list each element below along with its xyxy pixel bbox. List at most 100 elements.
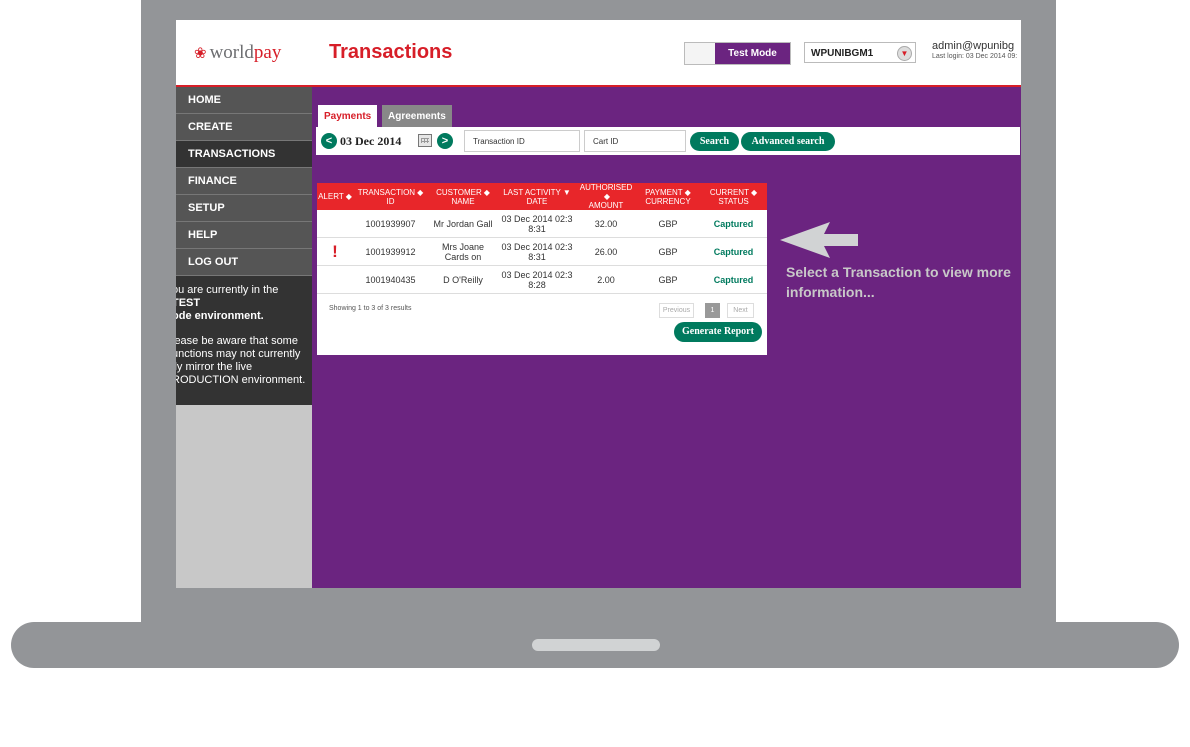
amount-cell: 26.00 xyxy=(576,237,636,267)
sort-arrows-icon: ◆ xyxy=(684,187,691,197)
alert-cell xyxy=(317,210,353,239)
transaction-id-cell: 1001939907 xyxy=(353,210,428,239)
table-row[interactable]: ! 1001939912 Mrs Joane Cards on 03 Dec 2… xyxy=(317,237,767,267)
main-content: Payments Agreements < 03 Dec 2014 > Tran… xyxy=(312,87,1021,588)
next-date-button[interactable]: > xyxy=(437,133,453,149)
sort-arrows-icon: ◆ xyxy=(345,192,352,202)
column-label: PAYMENT xyxy=(645,187,683,197)
column-customer-name[interactable]: CUSTOMER ◆ NAME xyxy=(428,183,498,211)
notice-line-1: lease be aware that some xyxy=(176,335,298,347)
notice-text: ou are currently in the xyxy=(176,284,279,296)
table-header-row: ALERT ◆ TRANSACTION ◆ ID CUSTOMER ◆ NAME LAST… xyxy=(317,183,767,211)
notice-paragraph-1: ou are currently in the TESTode environm… xyxy=(176,284,308,323)
column-label-2: STATUS xyxy=(718,196,749,206)
results-summary: Showing 1 to 3 of 3 results xyxy=(329,305,412,312)
notice-strong-test: TEST xyxy=(176,297,201,309)
column-transaction-id[interactable]: TRANSACTION ◆ ID xyxy=(353,183,428,211)
column-last-activity-date[interactable]: LAST ACTIVITY ▼ DATE xyxy=(498,183,576,211)
currency-cell: GBP xyxy=(636,210,700,239)
sort-arrows-icon: ◆ xyxy=(417,187,424,197)
column-label: ALERT xyxy=(318,192,344,201)
sidebar-item-create[interactable]: CREATE xyxy=(176,114,312,141)
notice-strong-env: ode environment. xyxy=(176,310,264,322)
column-authorised-amount[interactable]: AUTHORISED◆ AMOUNT xyxy=(576,183,636,211)
column-label-2: NAME xyxy=(451,196,475,206)
pager-next[interactable]: Next xyxy=(727,303,754,318)
column-label: CURRENT xyxy=(709,187,749,197)
last-activity-cell: 03 Dec 2014 02:3 8:28 xyxy=(498,265,576,295)
generate-report-button[interactable]: Generate Report xyxy=(674,322,762,342)
column-current-status[interactable]: CURRENT ◆ STATUS xyxy=(700,183,767,211)
sidebar-item-transactions[interactable]: TRANSACTIONS xyxy=(176,141,312,168)
sort-arrows-icon: ◆ xyxy=(750,187,758,197)
notice-line-4: RODUCTION environment. xyxy=(176,374,306,386)
sort-arrows-icon: ◆ xyxy=(483,187,490,197)
tab-agreements[interactable]: Agreements xyxy=(382,105,452,127)
column-payment-currency[interactable]: PAYMENT ◆ CURRENCY xyxy=(636,183,700,211)
pointing-arrow-icon xyxy=(780,222,858,258)
chevron-down-icon: ▼ xyxy=(897,46,912,61)
calendar-icon[interactable] xyxy=(418,134,432,147)
page-title: Transactions xyxy=(329,41,453,63)
worldpay-logo[interactable]: ❀ worldpay xyxy=(194,42,281,64)
search-button[interactable]: Search xyxy=(690,132,739,151)
tab-payments[interactable]: Payments xyxy=(318,105,378,127)
transaction-id-cell: 1001940435 xyxy=(353,265,428,295)
customer-name-cell: Mr Jordan Gall xyxy=(428,210,498,239)
sidebar-item-help[interactable]: HELP xyxy=(176,222,312,249)
sort-arrows-icon: ◆ xyxy=(603,192,611,202)
last-login: Last login: 03 Dec 2014 09: xyxy=(932,53,1018,60)
toggle-off-segment xyxy=(685,43,715,64)
transaction-id-cell: 1001939912 xyxy=(353,237,428,267)
customer-name-cell: Mrs Joane Cards on xyxy=(428,237,498,267)
alert-cell xyxy=(317,265,353,295)
laptop-notch xyxy=(532,639,660,651)
sidebar-item-finance[interactable]: FINANCE xyxy=(176,168,312,195)
sidebar-item-setup[interactable]: SETUP xyxy=(176,195,312,222)
currency-cell: GBP xyxy=(636,237,700,267)
previous-date-button[interactable]: < xyxy=(321,133,337,149)
transaction-id-field[interactable]: Transaction ID xyxy=(464,130,580,152)
sidebar-item-home[interactable]: HOME xyxy=(176,87,312,114)
search-toolbar: < 03 Dec 2014 > Transaction ID Cart ID S… xyxy=(316,127,1020,155)
sidebar-item-logout[interactable]: LOG OUT xyxy=(176,249,312,276)
merchant-select[interactable]: WPUNIBGM1 ▼ xyxy=(804,42,916,63)
logo-text-accent: pay xyxy=(253,42,282,63)
selected-date: 03 Dec 2014 xyxy=(340,134,402,148)
test-mode-toggle[interactable]: Test Mode xyxy=(684,42,791,65)
cart-id-field[interactable]: Cart ID xyxy=(584,130,686,152)
column-label: AUTHORISED xyxy=(579,183,633,192)
notice-paragraph-2: lease be aware that some unctions may not… xyxy=(176,335,308,387)
user-name[interactable]: admin@wpunibg xyxy=(932,40,1014,52)
column-label: CUSTOMER xyxy=(436,187,482,197)
test-environment-notice: ou are currently in the TESTode environm… xyxy=(176,276,312,405)
test-mode-label: Test Mode xyxy=(715,43,790,64)
transactions-table: ALERT ◆ TRANSACTION ◆ ID CUSTOMER ◆ NAME LAST… xyxy=(317,183,767,295)
alert-icon: ! xyxy=(317,237,353,267)
status-cell: Captured xyxy=(700,210,767,239)
worldpay-logo-icon: ❀ xyxy=(194,46,207,62)
column-label: LAST ACTIVITY xyxy=(503,187,561,197)
sidebar: HOME CREATE TRANSACTIONS FINANCE SETUP H… xyxy=(176,87,312,588)
column-label-2: AMOUNT xyxy=(588,201,624,211)
pager-current-page[interactable]: 1 xyxy=(705,303,720,318)
notice-line-3: lly mirror the live xyxy=(176,361,253,373)
amount-cell: 2.00 xyxy=(576,265,636,295)
column-label: TRANSACTION xyxy=(357,187,416,197)
status-cell: Captured xyxy=(700,237,767,267)
logo-text-prefix: world xyxy=(209,42,254,63)
customer-name-cell: D O'Reilly xyxy=(428,265,498,295)
notice-line-2: unctions may not currently xyxy=(176,348,301,360)
column-label-2: CURRENCY xyxy=(645,196,691,206)
pager-previous[interactable]: Previous xyxy=(659,303,694,318)
table-row[interactable]: 1001939907 Mr Jordan Gall 03 Dec 2014 02… xyxy=(317,210,767,239)
last-activity-cell: 03 Dec 2014 02:3 8:31 xyxy=(498,237,576,267)
merchant-code: WPUNIBGM1 xyxy=(811,48,874,59)
select-transaction-hint: Select a Transaction to view more inform… xyxy=(786,264,1011,300)
column-label-2: ID xyxy=(386,196,395,206)
status-cell: Captured xyxy=(700,265,767,295)
column-alert[interactable]: ALERT ◆ xyxy=(317,183,353,211)
last-activity-cell: 03 Dec 2014 02:3 8:31 xyxy=(498,210,576,239)
table-row[interactable]: 1001940435 D O'Reilly 03 Dec 2014 02:3 8… xyxy=(317,265,767,295)
advanced-search-button[interactable]: Advanced search xyxy=(741,132,835,151)
